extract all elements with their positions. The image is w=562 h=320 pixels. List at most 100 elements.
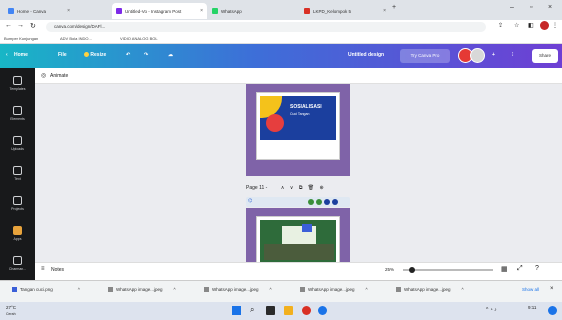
try-pro-button[interactable]: Try Canva Pro [400, 49, 450, 63]
bookmark-item[interactable]: VIDIO ANALOG BOL [120, 36, 158, 41]
close-icon[interactable]: × [550, 286, 554, 292]
color-swatch[interactable] [316, 199, 322, 205]
chevron-up-icon[interactable]: ^ [78, 287, 80, 292]
chevron-up-icon[interactable]: ∧ [281, 185, 285, 191]
home-button[interactable]: Home [14, 52, 28, 58]
minimize-icon[interactable]: – [510, 4, 514, 11]
clock-time[interactable]: 9:11 [528, 305, 536, 310]
windows-start-icon[interactable] [232, 306, 241, 315]
chevron-up-icon[interactable]: ^ [174, 287, 176, 292]
sidebar-item-projects[interactable]: Projects [0, 196, 35, 211]
zoom-slider[interactable] [403, 267, 493, 273]
close-icon[interactable]: × [200, 8, 203, 14]
close-icon[interactable]: × [383, 8, 386, 14]
sidebar-panel-icon[interactable]: ◧ [528, 22, 534, 29]
tab-design[interactable]: Untitled-Vo - Instagram Post × [112, 3, 207, 19]
color-swatch[interactable] [308, 199, 314, 205]
tab-lkpd[interactable]: LKPD_Kelompok 5 × [300, 3, 390, 19]
edge-icon[interactable] [318, 306, 327, 315]
canva-toolbar: ‹ Home File Resize ↶ ↷ ☁ Untitled design… [0, 44, 562, 68]
forward-icon[interactable]: → [17, 22, 24, 29]
bookmark-item[interactable]: ADV Bola INDO... [60, 36, 92, 41]
color-swatch[interactable] [332, 199, 338, 205]
grid-view-icon[interactable]: ▦ [501, 265, 508, 273]
back-icon[interactable]: ← [5, 22, 12, 29]
chevron-down-icon[interactable]: ∨ [290, 185, 294, 191]
file-menu[interactable]: File [58, 52, 67, 58]
resize-button[interactable]: Resize [84, 52, 106, 58]
download-item[interactable]: WhatsApp image...jpeg ^ [396, 287, 464, 292]
group-icon[interactable]: ⌬ [248, 198, 252, 204]
download-item[interactable]: WhatsApp image...jpeg ^ [204, 287, 272, 292]
chrome-icon[interactable] [302, 306, 311, 315]
slide-thumbnail[interactable] [256, 216, 340, 263]
file-icon [12, 287, 17, 292]
redo-icon[interactable]: ↷ [144, 52, 148, 58]
close-icon[interactable]: × [67, 8, 70, 14]
duplicate-icon[interactable]: ⧉ [299, 185, 303, 191]
color-swatch[interactable] [324, 199, 330, 205]
star-icon[interactable]: ☆ [514, 22, 519, 29]
add-page-icon[interactable]: ⊕ [320, 185, 324, 191]
share-page-icon[interactable]: ⇪ [498, 22, 503, 29]
sidebar-item-elements[interactable]: Elements [0, 106, 35, 121]
text-icon [13, 166, 22, 175]
search-icon[interactable]: ⌕ [250, 305, 254, 315]
notes-icon[interactable]: ≡ [41, 266, 45, 272]
file-explorer-icon[interactable] [284, 306, 293, 315]
sidebar-item-templates[interactable]: Templates [0, 76, 35, 91]
url-input[interactable]: canva.com/design/DAFl... [46, 22, 486, 32]
page-2[interactable] [246, 208, 350, 263]
page-label: Page 11 - [246, 185, 269, 191]
undo-icon[interactable]: ↶ [126, 52, 130, 58]
notification-icon[interactable] [548, 306, 557, 315]
delete-icon[interactable]: 🗑 [308, 185, 314, 191]
chevron-up-icon[interactable]: ^ [462, 287, 464, 292]
download-item[interactable]: Tangan cuci.png ^ [12, 287, 80, 292]
animate-button[interactable]: Animate [50, 73, 68, 79]
new-tab-icon[interactable]: + [392, 4, 396, 11]
analytics-icon[interactable]: ⫶ [512, 52, 513, 58]
download-item[interactable]: WhatsApp image...jpeg ^ [108, 287, 176, 292]
tab-home[interactable]: Home - Canva × [4, 3, 74, 19]
help-icon[interactable]: ? [535, 265, 539, 272]
sidebar-item-more[interactable]: Charman... [0, 256, 35, 271]
animate-icon[interactable]: ◎ [41, 72, 46, 79]
profile-avatar[interactable] [540, 21, 549, 30]
fullscreen-icon[interactable]: ⤢ [517, 265, 523, 273]
maximize-icon[interactable]: ▫ [530, 4, 532, 11]
task-view-icon[interactable] [266, 306, 275, 315]
sidebar-item-uploads[interactable]: Uploads [0, 136, 35, 151]
sidebar-item-text[interactable]: Text [0, 166, 35, 181]
sidebar-item-label: Templates [9, 87, 26, 91]
show-all-link[interactable]: Show all [522, 287, 539, 292]
user-avatar[interactable] [470, 48, 485, 63]
slide-image [260, 220, 336, 263]
download-name: WhatsApp image...jpeg [212, 287, 259, 292]
slide-thumbnail[interactable]: SOSIALISASI Cuci Tangan [256, 92, 340, 160]
chevron-up-icon[interactable]: ^ [366, 287, 368, 292]
download-item[interactable]: WhatsApp image...jpeg ^ [300, 287, 368, 292]
selection-toolbar[interactable]: ⌬ [246, 197, 350, 207]
add-collaborator-button[interactable]: + [492, 52, 495, 58]
weather-temp[interactable]: 27°C [6, 305, 16, 310]
address-bar-row: ← → ↻ canva.com/design/DAFl... ⇪ ☆ ◧ ⋮ [0, 20, 562, 34]
sidebar-item-apps[interactable]: Apps [0, 226, 35, 241]
upload-icon [13, 136, 22, 145]
back-home-icon[interactable]: ‹ [6, 52, 8, 58]
tab-whatsapp[interactable]: WhatsApp [208, 3, 283, 19]
file-icon [300, 287, 305, 292]
system-tray-icon[interactable]: ^ ◔ ♪ [486, 307, 497, 313]
bookmark-item[interactable]: Bumper Kunjungan [4, 36, 38, 41]
page-1[interactable]: SOSIALISASI Cuci Tangan [246, 84, 350, 176]
cloud-save-icon[interactable]: ☁ [168, 52, 173, 58]
project-title[interactable]: Untitled design [348, 52, 384, 58]
notes-button[interactable]: Notes [51, 267, 64, 273]
menu-icon[interactable]: ⋮ [552, 22, 558, 29]
close-window-icon[interactable]: × [548, 4, 552, 11]
zoom-slider-handle[interactable] [409, 267, 415, 273]
share-button[interactable]: Share [532, 49, 558, 63]
reload-icon[interactable]: ↻ [30, 22, 36, 30]
zoom-level[interactable]: 25% [385, 267, 394, 272]
chevron-up-icon[interactable]: ^ [270, 287, 272, 292]
